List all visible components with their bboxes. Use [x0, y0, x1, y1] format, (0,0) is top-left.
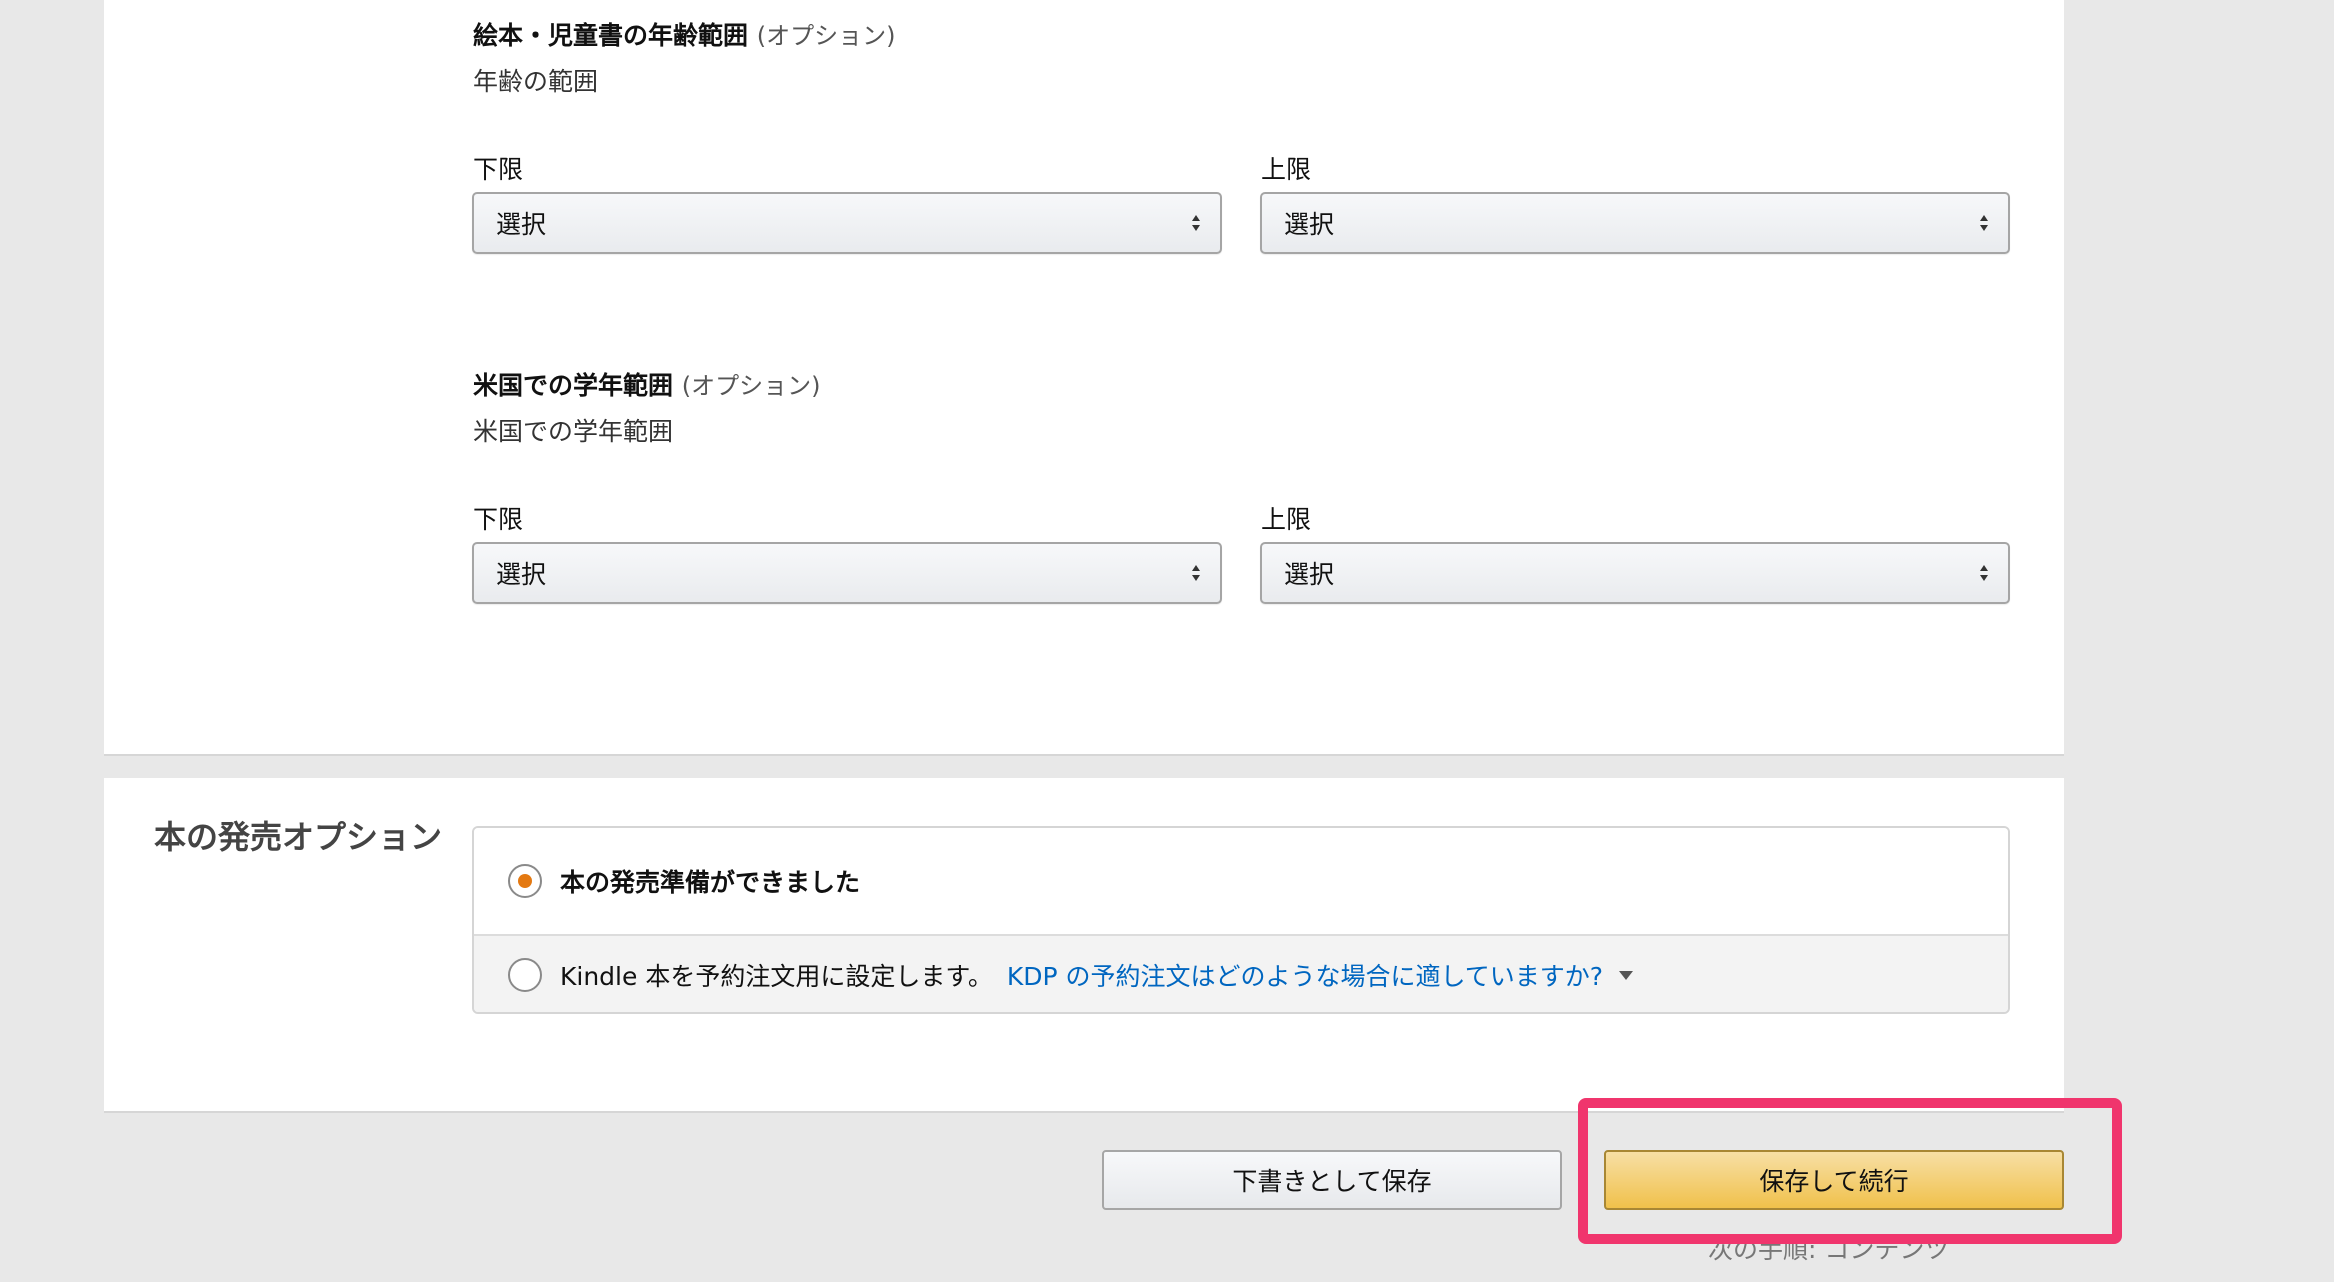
release-option-ready-label: 本の発売準備ができました: [560, 868, 861, 897]
save-draft-button[interactable]: 下書きとして保存: [1102, 1150, 1562, 1210]
caret-down-icon[interactable]: [1619, 970, 1634, 980]
select-arrows-icon: [1980, 565, 1988, 581]
grade-upper-label: 上限: [1261, 505, 1312, 534]
grade-range-heading: 米国での学年範囲 (オプション): [473, 366, 820, 402]
save-draft-label: 下書きとして保存: [1232, 1167, 1432, 1196]
age-range-title: 絵本・児童書の年齢範囲: [473, 21, 749, 50]
radio-unselected-icon[interactable]: [508, 958, 542, 992]
grade-upper-value: 選択: [1284, 560, 1335, 589]
radio-selected-icon[interactable]: [508, 864, 542, 898]
grade-range-subtitle: 米国での学年範囲: [473, 417, 674, 446]
age-upper-select[interactable]: 選択: [1260, 192, 2010, 254]
next-step-text: 次の手順: コンテンツ: [1708, 1235, 1950, 1264]
age-upper-value: 選択: [1284, 210, 1335, 239]
release-option-preorder-label: Kindle 本を予約注文用に設定します。: [560, 962, 993, 991]
preorder-help-link[interactable]: KDP の予約注文はどのような場合に適していますか?: [1007, 957, 1603, 993]
grade-lower-label: 下限: [473, 505, 524, 534]
grade-range-optional: (オプション): [681, 372, 821, 400]
select-arrows-icon: [1192, 565, 1200, 581]
age-lower-select[interactable]: 選択: [472, 192, 1222, 254]
select-arrows-icon: [1980, 215, 1988, 231]
release-option-preorder[interactable]: Kindle 本を予約注文用に設定します。 KDP の予約注文はどのような場合に…: [474, 934, 2008, 1012]
grade-upper-select[interactable]: 選択: [1260, 542, 2010, 604]
age-range-subtitle: 年齢の範囲: [473, 67, 599, 96]
release-radio-group: 本の発売準備ができました Kindle 本を予約注文用に設定します。 KDP の…: [472, 826, 2010, 1014]
grade-lower-select[interactable]: 選択: [472, 542, 1222, 604]
age-lower-label: 下限: [473, 155, 524, 184]
grade-lower-value: 選択: [496, 560, 547, 589]
release-options-panel: 本の発売オプション 本の発売準備ができました Kindle 本を予約注文用に設定…: [104, 778, 2064, 1113]
release-options-title: 本の発売オプション: [154, 818, 443, 856]
release-option-ready[interactable]: 本の発売準備ができました: [474, 828, 2008, 934]
age-lower-value: 選択: [496, 210, 547, 239]
save-and-continue-label: 保存して続行: [1759, 1167, 1909, 1196]
reading-range-panel: 絵本・児童書の年齢範囲 (オプション) 年齢の範囲 下限 上限 選択 選択 米国…: [104, 0, 2064, 756]
grade-range-title: 米国での学年範囲: [473, 371, 674, 400]
age-upper-label: 上限: [1261, 155, 1312, 184]
select-arrows-icon: [1192, 215, 1200, 231]
age-range-optional: (オプション): [756, 22, 896, 50]
age-range-heading: 絵本・児童書の年齢範囲 (オプション): [473, 16, 895, 52]
save-and-continue-button[interactable]: 保存して続行: [1604, 1150, 2064, 1210]
